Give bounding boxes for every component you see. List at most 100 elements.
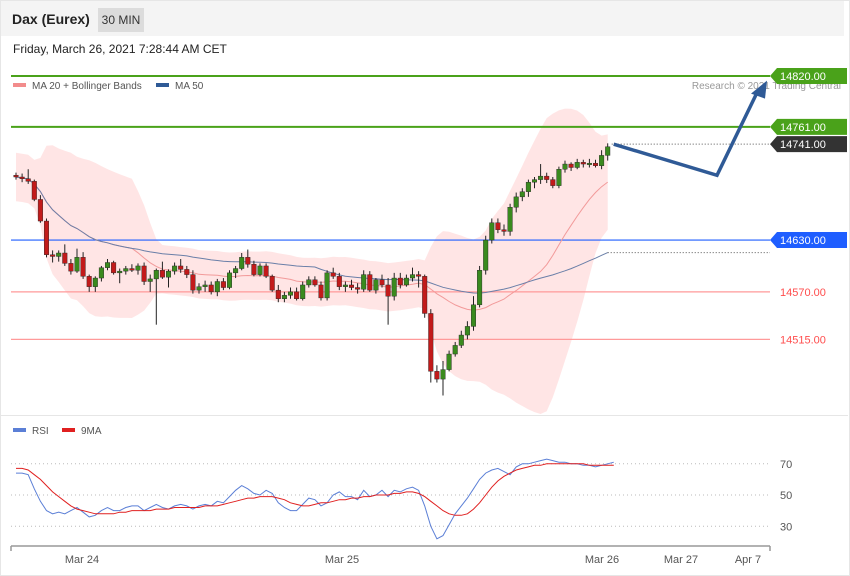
candle-body	[62, 252, 68, 264]
candle-body	[117, 270, 123, 274]
candle-body	[220, 281, 226, 288]
forecast-arrowhead	[751, 80, 767, 99]
candle-body	[452, 345, 458, 355]
candle-body	[19, 176, 25, 179]
candle-body	[342, 284, 348, 287]
rsi-9ma-line	[16, 463, 614, 516]
rsi-tick-label: 70	[780, 459, 792, 471]
candle-body	[56, 252, 62, 257]
candle-body	[50, 254, 56, 257]
candle-body	[586, 162, 592, 165]
candle-body	[538, 175, 544, 180]
candle-body	[37, 199, 43, 222]
candle-body	[68, 263, 74, 272]
candle-body	[574, 162, 580, 168]
candle-body	[324, 272, 330, 299]
candle-body	[123, 268, 129, 272]
level-tag-label: 14630.00	[780, 235, 826, 247]
candle-body	[501, 229, 507, 232]
candle-body	[80, 257, 86, 277]
candle-body	[104, 262, 110, 268]
candle-body	[489, 222, 495, 241]
candle-body	[349, 284, 355, 288]
candle-body	[184, 269, 190, 275]
candle-body	[403, 277, 409, 286]
candle-body	[111, 262, 117, 274]
candle-body	[550, 179, 556, 186]
candle-body	[281, 295, 287, 299]
candle-body	[44, 220, 50, 255]
candle-body	[495, 222, 501, 230]
candle-body	[306, 279, 312, 286]
candle-body	[318, 284, 324, 299]
candle-body	[165, 270, 171, 278]
candle-body	[196, 286, 202, 291]
candle-body	[568, 163, 574, 168]
candle-body	[13, 175, 19, 178]
candle-body	[263, 265, 269, 277]
level-tag-label: 14761.00	[780, 122, 826, 134]
candle-body	[464, 326, 470, 336]
candle-body	[519, 191, 525, 198]
candle-body	[355, 287, 361, 290]
candle-body	[141, 265, 147, 282]
candle-body	[562, 163, 568, 170]
candle-body	[226, 272, 232, 288]
candle-body	[507, 207, 513, 232]
forecast-arrow	[613, 89, 760, 178]
x-axis-label: Mar 25	[325, 554, 359, 566]
candle-body	[233, 268, 239, 274]
candle-body	[513, 196, 519, 208]
candle-body	[532, 179, 538, 183]
rsi-tick-label: 30	[780, 521, 792, 533]
candle-body	[251, 264, 257, 275]
candle-body	[300, 284, 306, 299]
candle-body	[410, 274, 416, 279]
candle-body	[208, 284, 214, 293]
rsi-tick-label: 50	[780, 490, 792, 502]
level-tag-label: 14820.00	[780, 71, 826, 83]
candle-body	[379, 279, 385, 286]
candle-body	[245, 257, 251, 265]
rsi-line	[16, 458, 614, 540]
candle-body	[397, 277, 403, 286]
support-level-label: 14515.00	[780, 334, 826, 346]
x-axis-label: Mar 24	[65, 554, 99, 566]
candle-body	[269, 276, 275, 291]
candle-body	[239, 257, 245, 269]
level-tag-label: 14741.00	[780, 139, 826, 151]
candle-body	[98, 267, 104, 279]
candle-body	[477, 270, 483, 306]
candle-body	[440, 369, 446, 380]
candle-body	[422, 276, 428, 314]
support-level-label: 14570.00	[780, 287, 826, 299]
candle-body	[153, 270, 159, 280]
candle-body	[92, 277, 98, 287]
candle-body	[336, 276, 342, 287]
candle-body	[288, 291, 294, 296]
candle-body	[190, 274, 196, 291]
candle-body	[214, 281, 220, 293]
candle-body	[25, 178, 31, 182]
candle-body	[135, 265, 141, 271]
candle-body	[367, 274, 373, 291]
candle-body	[129, 268, 135, 271]
candle-body	[257, 265, 263, 275]
x-axis-label: Apr 7	[735, 554, 761, 566]
candle-body	[275, 289, 281, 299]
candle-body	[605, 146, 611, 156]
candle-body	[580, 162, 586, 165]
candle-body	[385, 284, 391, 297]
candle-body	[31, 181, 37, 200]
candle-body	[312, 279, 318, 286]
candle-body	[361, 274, 367, 290]
candle-body	[391, 277, 397, 297]
candle-body	[446, 353, 452, 370]
candle-body	[330, 272, 336, 277]
candle-body	[172, 265, 178, 272]
candle-body	[544, 175, 550, 180]
candle-body	[471, 304, 477, 327]
candle-body	[178, 265, 184, 270]
candle-body	[74, 257, 80, 272]
x-axis-label: Mar 27	[664, 554, 698, 566]
